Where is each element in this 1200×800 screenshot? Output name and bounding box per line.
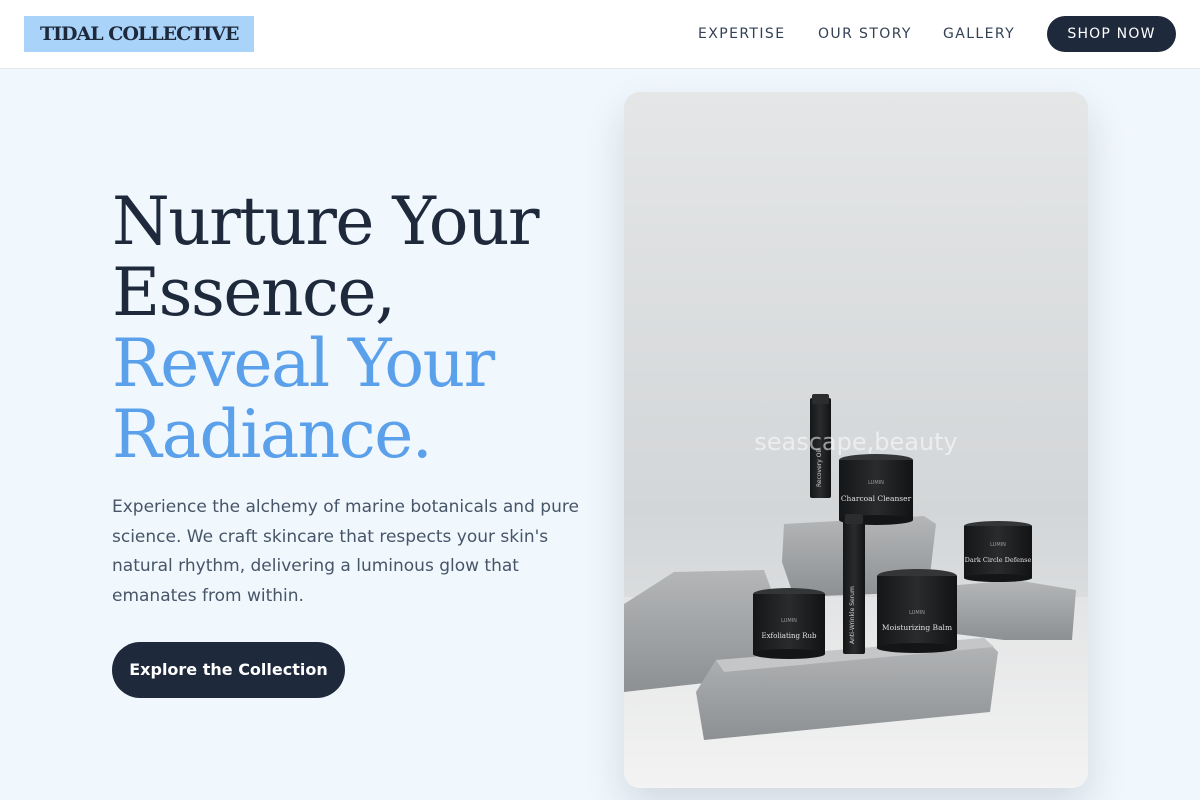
svg-text:Moisturizing Balm: Moisturizing Balm: [882, 623, 952, 632]
svg-text:Charcoal Cleanser: Charcoal Cleanser: [841, 494, 912, 503]
explore-collection-button[interactable]: Explore the Collection: [112, 642, 345, 698]
product-moisturizing-balm: LUMIN Moisturizing Balm: [877, 569, 957, 653]
product-dark-circle-defense: LUMIN Dark Circle Defense: [964, 521, 1032, 582]
svg-text:LUMIN: LUMIN: [781, 618, 797, 624]
svg-text:Anti-Wrinkle Serum: Anti-Wrinkle Serum: [849, 586, 856, 644]
shop-now-button[interactable]: SHOP NOW: [1047, 16, 1176, 52]
headline-line-2: Essence,: [112, 254, 396, 331]
brand-logo[interactable]: TIDAL COLLECTIVE: [24, 16, 255, 52]
svg-text:LUMIN: LUMIN: [990, 542, 1006, 548]
product-anti-wrinkle-serum: Anti-Wrinkle Serum: [843, 514, 865, 654]
product-exfoliating-rub: LUMIN Exfoliating Rub: [753, 588, 825, 659]
svg-text:Exfoliating Rub: Exfoliating Rub: [761, 632, 817, 640]
headline-line-1: Nurture Your: [112, 183, 540, 260]
nav-link-expertise[interactable]: EXPERTISE: [698, 16, 785, 52]
svg-text:Dark Circle Defense: Dark Circle Defense: [965, 556, 1032, 564]
svg-text:LUMIN: LUMIN: [868, 480, 884, 486]
hero-product-image: Recovery Oil LUMIN Charcoal Cleanser LUM…: [624, 92, 1088, 788]
hero-headline: Nurture Your Essence, Reveal Your Radian…: [112, 186, 612, 470]
site-header: TIDAL COLLECTIVE EXPERTISE OUR STORY GAL…: [0, 0, 1200, 69]
svg-text:LUMIN: LUMIN: [909, 610, 925, 616]
headline-line-3: Reveal Your: [112, 325, 495, 402]
hero-description: Experience the alchemy of marine botanic…: [112, 497, 579, 606]
headline-line-4: Radiance.: [112, 396, 433, 473]
image-watermark: seascape,beauty: [754, 428, 958, 456]
nav-link-our-story[interactable]: OUR STORY: [818, 16, 912, 52]
nav-link-gallery[interactable]: GALLERY: [943, 16, 1015, 52]
